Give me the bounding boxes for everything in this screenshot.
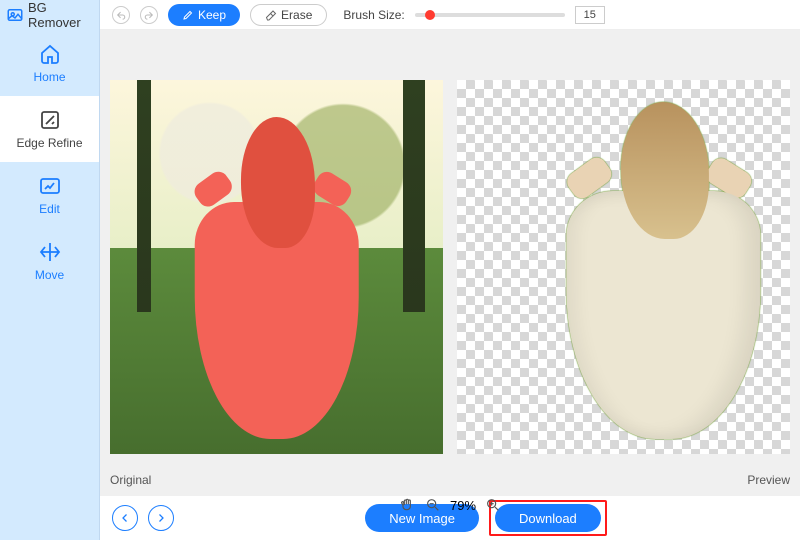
- zoom-in-icon: [485, 497, 501, 513]
- original-caption: Original: [110, 473, 151, 487]
- workspace: [100, 30, 800, 464]
- zoom-bar: Original Preview 79%: [100, 464, 800, 496]
- redo-button[interactable]: [140, 6, 158, 24]
- zoom-level: 79%: [450, 498, 476, 513]
- hand-icon: [399, 497, 415, 513]
- sidebar-item-edit[interactable]: Edit: [0, 162, 99, 228]
- prev-button[interactable]: [112, 505, 138, 531]
- next-button[interactable]: [148, 505, 174, 531]
- eraser-icon: [265, 9, 277, 21]
- zoom-out-icon: [425, 497, 441, 513]
- erase-button[interactable]: Erase: [250, 4, 327, 26]
- original-canvas[interactable]: [110, 80, 443, 454]
- sidebar-item-home[interactable]: Home: [0, 30, 99, 96]
- edge-refine-icon: [38, 108, 62, 132]
- original-image: [110, 80, 443, 454]
- zoom-out-button[interactable]: [424, 496, 442, 514]
- brand: BG Remover: [0, 0, 99, 30]
- move-icon: [38, 240, 62, 264]
- home-icon: [38, 42, 62, 66]
- sidebar-item-label: Home: [33, 70, 65, 84]
- download-highlight: Download: [489, 500, 607, 536]
- keep-button[interactable]: Keep: [168, 4, 240, 26]
- cutout-image: [457, 80, 790, 454]
- brush-icon: [182, 9, 194, 21]
- chevron-left-icon: [119, 512, 131, 524]
- main: Keep Erase Brush Size: 15: [100, 0, 800, 540]
- preview-caption: Preview: [747, 473, 790, 487]
- preview-pane: [457, 80, 790, 454]
- download-button[interactable]: Download: [495, 504, 601, 532]
- edit-icon: [38, 174, 62, 198]
- sidebar-item-label: Move: [35, 268, 64, 282]
- original-pane: [110, 80, 443, 454]
- brush-size-label: Brush Size:: [343, 8, 404, 22]
- chevron-right-icon: [155, 512, 167, 524]
- redo-icon: [144, 10, 154, 20]
- pan-button[interactable]: [398, 496, 416, 514]
- toolbar: Keep Erase Brush Size: 15: [100, 0, 800, 30]
- keep-label: Keep: [198, 8, 226, 22]
- brush-size-slider[interactable]: [415, 13, 565, 17]
- download-label: Download: [519, 511, 577, 526]
- sidebar: BG Remover Home Edge Refine Edit Move: [0, 0, 100, 540]
- slider-thumb[interactable]: [425, 10, 435, 20]
- sidebar-item-edge-refine[interactable]: Edge Refine: [0, 96, 99, 162]
- sidebar-item-label: Edit: [39, 202, 60, 216]
- sidebar-item-label: Edge Refine: [16, 136, 82, 150]
- sidebar-item-move[interactable]: Move: [0, 228, 99, 294]
- undo-icon: [116, 10, 126, 20]
- undo-button[interactable]: [112, 6, 130, 24]
- brand-name: BG Remover: [28, 0, 93, 30]
- app-logo-icon: [6, 6, 24, 24]
- brush-size-value[interactable]: 15: [575, 6, 605, 24]
- zoom-in-button[interactable]: [484, 496, 502, 514]
- preview-canvas[interactable]: [457, 80, 790, 454]
- erase-label: Erase: [281, 8, 312, 22]
